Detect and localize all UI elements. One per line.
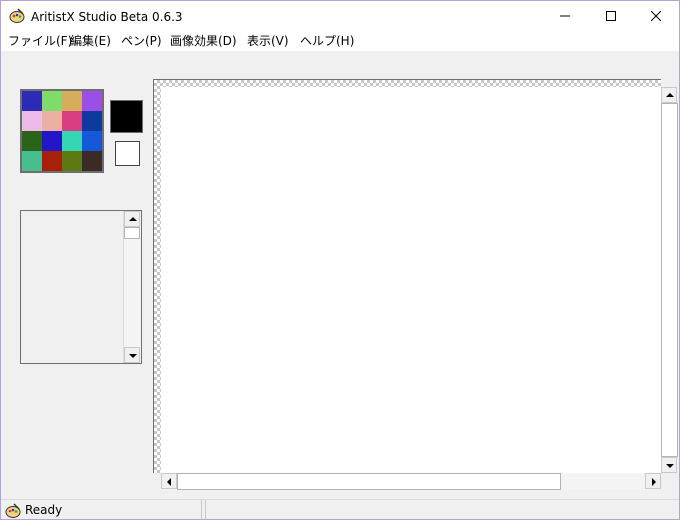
color-palette [20, 89, 104, 173]
canvas-scroll-right-button[interactable] [645, 473, 661, 489]
layer-list-scrollbar[interactable] [123, 211, 141, 363]
palette-icon [5, 503, 21, 518]
background-color-swatch[interactable] [115, 141, 140, 166]
close-button[interactable] [633, 1, 679, 31]
palette-icon[interactable] [9, 8, 25, 24]
menu-image-effects[interactable]: 画像効果(D) [170, 34, 237, 48]
menu-file[interactable]: ファイル(F) [8, 34, 72, 48]
palette-swatch[interactable] [42, 131, 62, 151]
palette-swatch[interactable] [82, 151, 102, 171]
maximize-button[interactable] [588, 1, 634, 31]
foreground-color-swatch[interactable] [110, 100, 143, 133]
app-window: AritistX Studio Beta 0.6.3 ファイル(F) 編集(E)… [0, 0, 680, 520]
drawing-canvas[interactable] [161, 87, 661, 473]
status-pane-main: Ready [1, 500, 202, 519]
minimize-icon [560, 15, 570, 17]
canvas-vertical-scroll-thumb[interactable] [661, 103, 678, 457]
close-icon [651, 11, 661, 21]
maximize-icon [606, 11, 616, 21]
palette-swatch[interactable] [42, 151, 62, 171]
layer-scroll-thumb[interactable] [124, 227, 140, 239]
palette-swatch[interactable] [22, 111, 42, 131]
scrollbar-corner [661, 473, 678, 490]
canvas-scroll-down-button[interactable] [661, 457, 677, 473]
canvas-horizontal-scroll-thumb[interactable] [177, 473, 561, 490]
menu-edit[interactable]: 編集(E) [70, 34, 111, 48]
menu-view[interactable]: 表示(V) [247, 34, 289, 48]
canvas-vertical-scrollbar[interactable] [661, 87, 678, 473]
palette-swatch[interactable] [42, 111, 62, 131]
palette-swatch[interactable] [42, 91, 62, 111]
palette-swatch[interactable] [22, 91, 42, 111]
canvas-scroll-up-button[interactable] [661, 87, 677, 103]
layer-scroll-down-button[interactable] [124, 347, 140, 363]
palette-swatch[interactable] [22, 131, 42, 151]
status-text: Ready [25, 503, 63, 517]
menu-pen[interactable]: ペン(P) [121, 34, 162, 48]
title-bar[interactable]: AritistX Studio Beta 0.6.3 [1, 1, 679, 31]
palette-swatch[interactable] [82, 91, 102, 111]
palette-swatch[interactable] [82, 111, 102, 131]
status-pane-secondary [205, 500, 679, 519]
layer-list[interactable] [20, 210, 142, 364]
palette-swatch[interactable] [82, 131, 102, 151]
layer-scroll-up-button[interactable] [124, 211, 140, 227]
palette-swatch[interactable] [62, 131, 82, 151]
palette-swatch[interactable] [62, 91, 82, 111]
status-bar: Ready [1, 499, 679, 519]
palette-swatch[interactable] [22, 151, 42, 171]
canvas-scroll-left-button[interactable] [161, 473, 177, 489]
window-title: AritistX Studio Beta 0.6.3 [31, 10, 183, 24]
menu-help[interactable]: ヘルプ(H) [300, 34, 354, 48]
palette-swatch[interactable] [62, 151, 82, 171]
minimize-button[interactable] [542, 1, 588, 31]
palette-swatch[interactable] [62, 111, 82, 131]
menu-bar: ファイル(F) 編集(E) ペン(P) 画像効果(D) 表示(V) ヘルプ(H) [1, 31, 679, 52]
canvas-horizontal-scrollbar[interactable] [161, 473, 661, 490]
